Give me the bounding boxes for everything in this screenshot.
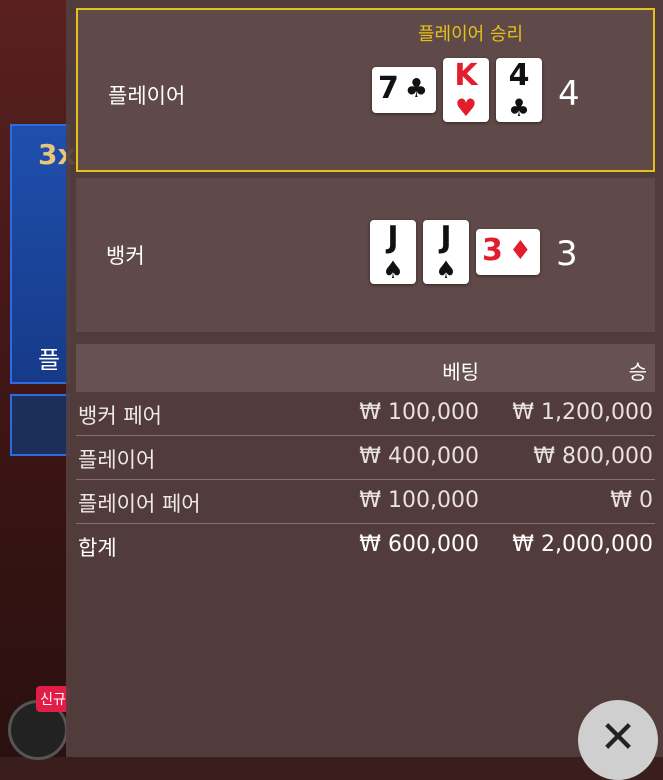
row-bet: ₩ 400,000 [359,444,479,469]
bet-spot-secondary[interactable] [10,394,70,456]
total-row: 합계 ₩ 600,000 ₩ 2,000,000 [76,524,655,567]
card-rank: J [387,220,399,255]
banker-score: 3 [556,234,578,274]
new-badge: 신규 [36,686,70,712]
player-score: 4 [558,74,580,114]
total-name: 합계 [78,536,117,560]
row-win: ₩ 1,200,000 [512,400,653,425]
header-win: 승 [628,360,647,384]
header-bet: 베팅 [442,360,479,384]
playing-card: J ♠ [370,220,416,284]
banker-cards: J ♠ J ♠ 3 ♦ [370,220,540,284]
table-row: 뱅커 페어 ₩ 100,000 ₩ 1,200,000 [76,392,655,436]
close-icon: ✕ [599,712,637,763]
close-button[interactable]: ✕ [578,700,658,780]
playing-card: 3 ♦ [476,229,540,275]
player-label: 플레이어 [108,84,186,108]
bets-table-header: 베팅 승 [76,344,655,392]
banker-hand-panel: 뱅커 J ♠ J ♠ 3 ♦ 3 [76,178,655,332]
card-suit-icon: ♦ [508,236,532,266]
row-name: 플레이어 페어 [78,492,201,516]
playing-card: 7 ♣ [372,67,436,113]
player-cards: 7 ♣ K ♥ 4 ♣ [372,58,542,122]
winner-text: 플레이어 승리 [418,24,524,45]
card-rank: 3 [482,233,503,268]
table-row: 플레이어 페어 ₩ 100,000 ₩ 0 [76,480,655,524]
bet-spot-label: 플 [38,346,61,374]
card-suit-icon: ♣ [508,94,530,122]
playing-card: K ♥ [443,58,489,122]
table-row: 플레이어 ₩ 400,000 ₩ 800,000 [76,436,655,480]
card-suit-icon: ♠ [382,256,404,284]
playing-card: J ♠ [423,220,469,284]
card-rank: 4 [508,58,530,93]
row-name: 뱅커 페어 [78,404,162,428]
card-rank: J [440,220,452,255]
card-rank: K [454,58,478,93]
row-win: ₩ 800,000 [533,444,653,469]
card-rank: 7 [378,71,399,106]
banker-label: 뱅커 [106,244,145,268]
row-bet: ₩ 100,000 [359,400,479,425]
total-bet: ₩ 600,000 [359,532,479,557]
row-bet: ₩ 100,000 [359,488,479,513]
card-suit-icon: ♠ [435,256,457,284]
playing-card: 4 ♣ [496,58,542,122]
total-win: ₩ 2,000,000 [512,532,653,557]
card-suit-icon: ♥ [455,94,477,122]
card-suit-icon: ♣ [404,74,428,104]
player-hand-panel: 플레이어 승리 플레이어 7 ♣ K ♥ 4 ♣ 4 [76,8,655,172]
row-name: 플레이어 [78,448,156,472]
row-win: ₩ 0 [610,488,653,513]
bets-table: 베팅 승 뱅커 페어 ₩ 100,000 ₩ 1,200,000 플레이어 ₩ … [76,344,655,567]
